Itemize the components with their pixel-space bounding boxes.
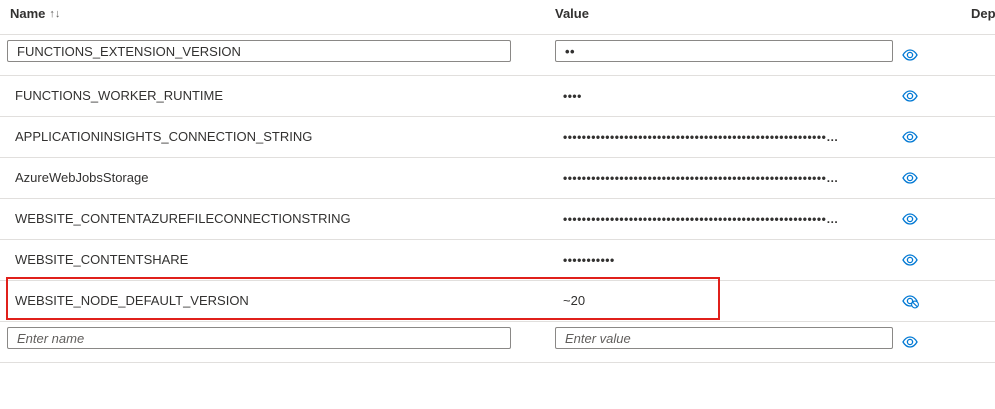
- setting-name[interactable]: FUNCTIONS_WORKER_RUNTIME: [15, 76, 515, 116]
- eye-icon[interactable]: [902, 170, 920, 186]
- column-header-name[interactable]: Name ↑↓: [10, 6, 60, 21]
- eye-icon[interactable]: [902, 88, 920, 104]
- table-row[interactable]: AzureWebJobsStorage ••••••••••••••••••••…: [0, 158, 995, 199]
- eye-icon[interactable]: [902, 252, 920, 268]
- setting-value-masked: ••••••••••••••••••••••••••••••••••••••••…: [563, 212, 839, 226]
- eye-icon[interactable]: [902, 334, 920, 350]
- table-row[interactable]: WEBSITE_CONTENTSHARE •••••••••••: [0, 240, 995, 281]
- column-header-deployment-label: Dep: [971, 6, 995, 21]
- setting-value-input[interactable]: [555, 40, 893, 62]
- setting-name[interactable]: AzureWebJobsStorage: [15, 158, 515, 198]
- setting-value-masked: ••••••••••••••••••••••••••••••••••••••••…: [563, 130, 839, 144]
- table-row[interactable]: FUNCTIONS_WORKER_RUNTIME ••••: [0, 76, 995, 117]
- setting-name-input[interactable]: [7, 40, 511, 62]
- table-row[interactable]: WEBSITE_NODE_DEFAULT_VERSION ~20: [0, 281, 995, 322]
- sort-icon[interactable]: ↑↓: [49, 8, 60, 20]
- column-header-value: Value: [555, 6, 589, 21]
- table-row[interactable]: WEBSITE_CONTENTAZUREFILECONNECTIONSTRING…: [0, 199, 995, 240]
- setting-value: ~20: [563, 293, 586, 308]
- setting-name[interactable]: WEBSITE_CONTENTSHARE: [15, 240, 515, 280]
- table-row: [0, 35, 995, 76]
- column-header-name-label: Name: [10, 6, 46, 21]
- new-value-input[interactable]: [555, 327, 893, 349]
- eye-icon[interactable]: [902, 211, 920, 227]
- column-header-deployment: Dep: [971, 6, 995, 21]
- setting-value-masked: ••••••••••••••••••••••••••••••••••••••••…: [563, 171, 839, 185]
- setting-name[interactable]: WEBSITE_NODE_DEFAULT_VERSION: [15, 281, 515, 321]
- eye-hide-icon[interactable]: [902, 293, 920, 309]
- new-setting-row: [0, 322, 995, 363]
- column-header-value-label: Value: [555, 6, 589, 21]
- setting-name[interactable]: APPLICATIONINSIGHTS_CONNECTION_STRING: [15, 117, 515, 157]
- eye-icon[interactable]: [902, 129, 920, 145]
- table-header: Name ↑↓ Value Dep: [0, 0, 995, 35]
- setting-value-masked: ••••: [563, 89, 582, 103]
- setting-name[interactable]: WEBSITE_CONTENTAZUREFILECONNECTIONSTRING: [15, 199, 515, 239]
- setting-value-masked: •••••••••••: [563, 253, 615, 267]
- new-name-input[interactable]: [7, 327, 511, 349]
- table-row[interactable]: APPLICATIONINSIGHTS_CONNECTION_STRING ••…: [0, 117, 995, 158]
- eye-icon[interactable]: [902, 47, 920, 63]
